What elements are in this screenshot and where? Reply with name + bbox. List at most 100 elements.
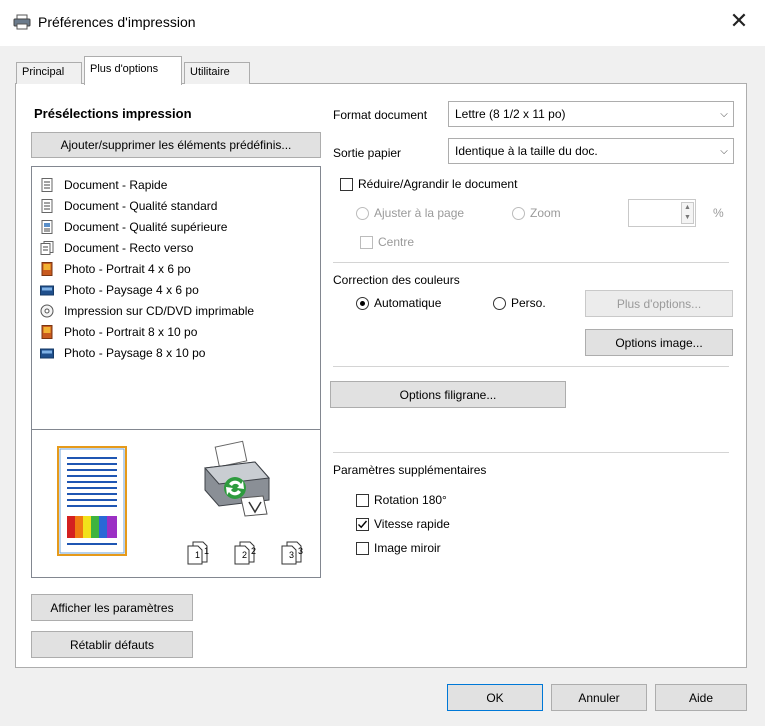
cancel-button[interactable]: Annuler [551, 684, 647, 711]
checkbox-box[interactable] [356, 517, 369, 531]
help-button[interactable]: Aide [655, 684, 747, 711]
mirror-image-checkbox[interactable]: Image miroir [356, 541, 441, 555]
color-automatic-radio[interactable]: Automatique [356, 296, 441, 310]
radio-circle[interactable] [356, 206, 369, 220]
print-preview: 1 1 2 2 3 3 [31, 430, 321, 578]
center-label: Centre [378, 235, 415, 249]
preset-label: Impression sur CD/DVD imprimable [64, 304, 255, 318]
restore-defaults-button[interactable]: Rétablir défauts [31, 631, 193, 658]
close-icon[interactable]: ✕ [726, 8, 752, 34]
list-item[interactable]: Document - Recto verso [40, 239, 193, 257]
color-custom-radio[interactable]: Perso. [493, 296, 546, 310]
photo-portrait-icon [40, 325, 54, 339]
list-item[interactable]: Photo - Portrait 4 x 6 po [40, 260, 191, 278]
document-icon [40, 178, 54, 192]
checkbox-box[interactable] [340, 177, 353, 191]
reduce-enlarge-label: Réduire/Agrandir le document [358, 177, 518, 191]
preset-label: Document - Qualité standard [64, 199, 218, 213]
chevron-down-icon: ⌵ [720, 108, 728, 120]
center-checkbox[interactable]: Centre [360, 235, 414, 249]
output-paper-select[interactable]: Identique à la taille du doc. ⌵ [448, 138, 734, 164]
document-preview-icon [57, 446, 127, 556]
copy-label: 1 [195, 550, 201, 560]
copy-label: 3 [289, 550, 295, 560]
fit-to-page-radio[interactable]: Ajuster à la page [356, 206, 464, 220]
copy-stack-icon: 1 1 [185, 538, 217, 566]
rotate-180-checkbox[interactable]: Rotation 180° [356, 493, 447, 507]
preset-label: Photo - Paysage 4 x 6 po [64, 283, 199, 297]
cd-icon [40, 304, 54, 318]
copy-label: 1 [204, 546, 210, 556]
tab-utility[interactable]: Utilitaire [184, 62, 250, 84]
copy-stack-icon: 3 3 [279, 538, 311, 566]
high-speed-checkbox[interactable]: Vitesse rapide [356, 517, 450, 531]
zoom-unit: % [713, 206, 724, 220]
list-item[interactable]: Impression sur CD/DVD imprimable [40, 302, 254, 320]
ok-button[interactable]: OK [447, 684, 543, 711]
list-item[interactable]: Photo - Portrait 8 x 10 po [40, 323, 197, 341]
radio-circle[interactable] [356, 296, 369, 310]
rotate-180-label: Rotation 180° [374, 493, 447, 507]
spin-down-icon[interactable]: ▼ [684, 214, 691, 221]
document-photo-icon [40, 220, 54, 234]
preset-label: Document - Qualité supérieure [64, 220, 228, 234]
radio-circle[interactable] [512, 206, 525, 220]
list-item[interactable]: Document - Rapide [40, 176, 167, 194]
document-icon [40, 199, 54, 213]
spin-up-icon[interactable]: ▲ [684, 204, 691, 211]
tab-more-options[interactable]: Plus d'options [84, 56, 182, 85]
window-title: Préférences d'impression [38, 14, 196, 30]
fit-to-page-label: Ajuster à la page [374, 206, 465, 220]
zoom-spinner[interactable]: ▲ ▼ [681, 202, 694, 224]
color-correction-heading: Correction des couleurs [333, 273, 460, 287]
image-options-button[interactable]: Options image... [585, 329, 733, 356]
printer-duplex-icon [197, 440, 277, 520]
list-item[interactable]: Document - Qualité supérieure [40, 218, 227, 236]
presets-heading: Présélections impression [34, 106, 192, 121]
zoom-label: Zoom [530, 206, 561, 220]
preset-label: Document - Rapide [64, 178, 168, 192]
divider [333, 262, 729, 263]
copy-label: 2 [242, 550, 248, 560]
printer-icon [13, 14, 31, 30]
document-size-label: Format document [333, 108, 428, 122]
preset-list[interactable]: Document - Rapide Document - Qualité sta… [31, 166, 321, 430]
document-size-value: Lettre (8 1/2 x 11 po) [455, 107, 566, 121]
zoom-radio[interactable]: Zoom [512, 206, 561, 220]
chevron-down-icon: ⌵ [720, 145, 728, 157]
photo-portrait-icon [40, 262, 54, 276]
checkbox-box[interactable] [356, 541, 369, 555]
copy-label: 2 [251, 546, 257, 556]
list-item[interactable]: Photo - Paysage 4 x 6 po [40, 281, 199, 299]
copy-stack-icon: 2 2 [232, 538, 264, 566]
tab-principal[interactable]: Principal [16, 62, 82, 84]
preset-label: Photo - Paysage 8 x 10 po [64, 346, 206, 360]
show-settings-button[interactable]: Afficher les paramètres [31, 594, 193, 621]
mirror-image-label: Image miroir [374, 541, 441, 555]
output-paper-value: Identique à la taille du doc. [455, 144, 598, 158]
preset-label: Photo - Portrait 4 x 6 po [64, 262, 191, 276]
color-automatic-label: Automatique [374, 296, 442, 310]
high-speed-label: Vitesse rapide [374, 517, 450, 531]
document-size-select[interactable]: Lettre (8 1/2 x 11 po) ⌵ [448, 101, 734, 127]
photo-landscape-icon [40, 346, 54, 360]
add-remove-presets-button[interactable]: Ajouter/supprimer les éléments prédéfini… [31, 132, 321, 158]
list-item[interactable]: Document - Qualité standard [40, 197, 217, 215]
color-custom-label: Perso. [511, 296, 546, 310]
list-item[interactable]: Photo - Paysage 8 x 10 po [40, 344, 205, 362]
duplex-document-icon [40, 241, 54, 255]
watermark-options-button[interactable]: Options filigrane... [330, 381, 566, 408]
radio-circle[interactable] [493, 296, 506, 310]
preset-label: Document - Recto verso [64, 241, 194, 255]
divider [333, 366, 729, 367]
checkbox-box[interactable] [360, 235, 373, 249]
checkmark-icon [358, 520, 368, 528]
zoom-input[interactable]: ▲ ▼ [628, 199, 696, 227]
extra-settings-heading: Paramètres supplémentaires [333, 463, 487, 477]
reduce-enlarge-checkbox[interactable]: Réduire/Agrandir le document [340, 177, 517, 191]
copy-label: 3 [298, 546, 304, 556]
divider [333, 452, 729, 453]
checkbox-box[interactable] [356, 493, 369, 507]
preset-label: Photo - Portrait 8 x 10 po [64, 325, 198, 339]
color-more-options-button[interactable]: Plus d'options... [585, 290, 733, 317]
